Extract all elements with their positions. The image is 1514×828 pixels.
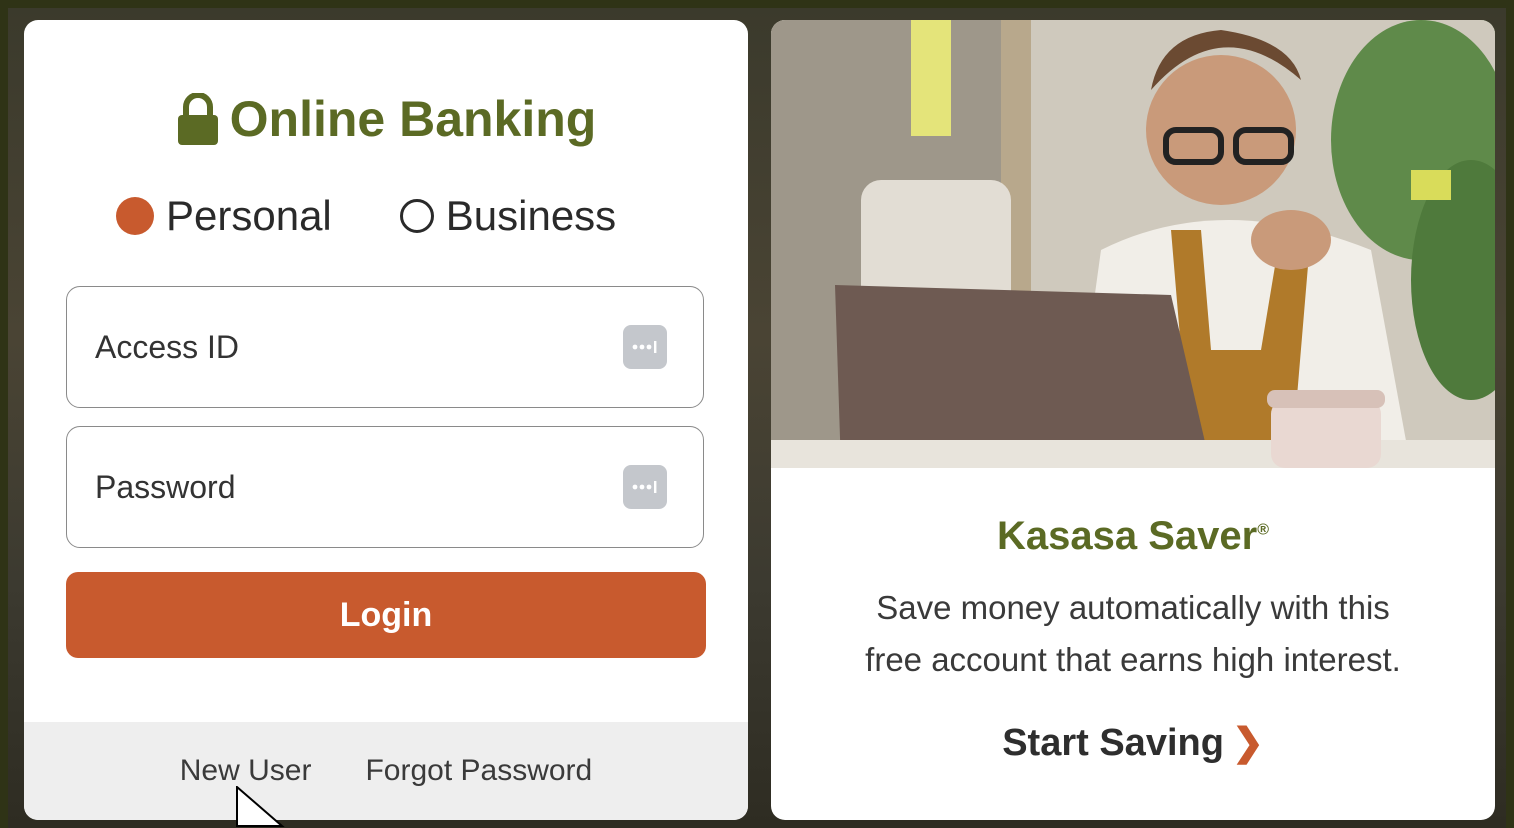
promo-card: Kasasa Saver® Save money automatically w…	[771, 20, 1495, 820]
password-manager-icon[interactable]	[623, 325, 667, 369]
password-field	[66, 426, 704, 548]
start-saving-link[interactable]: Start Saving ❯	[771, 720, 1495, 765]
access-id-field	[66, 286, 704, 408]
lock-icon	[176, 93, 220, 145]
new-user-link[interactable]: New User	[180, 754, 312, 788]
promo-desc-line: Save money automatically with this	[876, 589, 1390, 626]
radio-personal[interactable]: Personal	[116, 192, 332, 240]
login-title: Online Banking	[24, 90, 748, 148]
promo-desc-line: free account that earns high interest.	[865, 641, 1401, 678]
radio-business-label: Business	[445, 192, 617, 239]
trademark-symbol: ®	[1257, 521, 1269, 539]
promo-photo	[771, 20, 1495, 468]
login-footer: New User Forgot Password	[24, 722, 748, 820]
radio-unselected-icon	[399, 199, 434, 233]
forgot-password-link[interactable]: Forgot Password	[365, 754, 592, 788]
password-manager-icon[interactable]	[623, 465, 667, 509]
promo-description: Save money automatically with this free …	[811, 582, 1455, 686]
radio-personal-label: Personal	[166, 192, 332, 239]
radio-business[interactable]: Business	[399, 192, 617, 240]
login-card: Online Banking Personal Business Access …	[24, 20, 748, 820]
login-title-text: Online Banking	[229, 91, 597, 147]
password-input[interactable]	[93, 467, 623, 507]
login-button[interactable]: Login	[66, 572, 706, 658]
start-saving-label: Start Saving	[1002, 722, 1224, 764]
mouse-cursor-icon	[236, 786, 285, 827]
account-type-group: Personal Business	[116, 192, 688, 240]
radio-selected-icon	[116, 197, 154, 235]
access-id-input[interactable]	[93, 327, 623, 367]
promo-title-text: Kasasa Saver	[996, 514, 1258, 558]
promo-title: Kasasa Saver®	[771, 514, 1495, 559]
chevron-right-icon: ❯	[1231, 722, 1264, 764]
